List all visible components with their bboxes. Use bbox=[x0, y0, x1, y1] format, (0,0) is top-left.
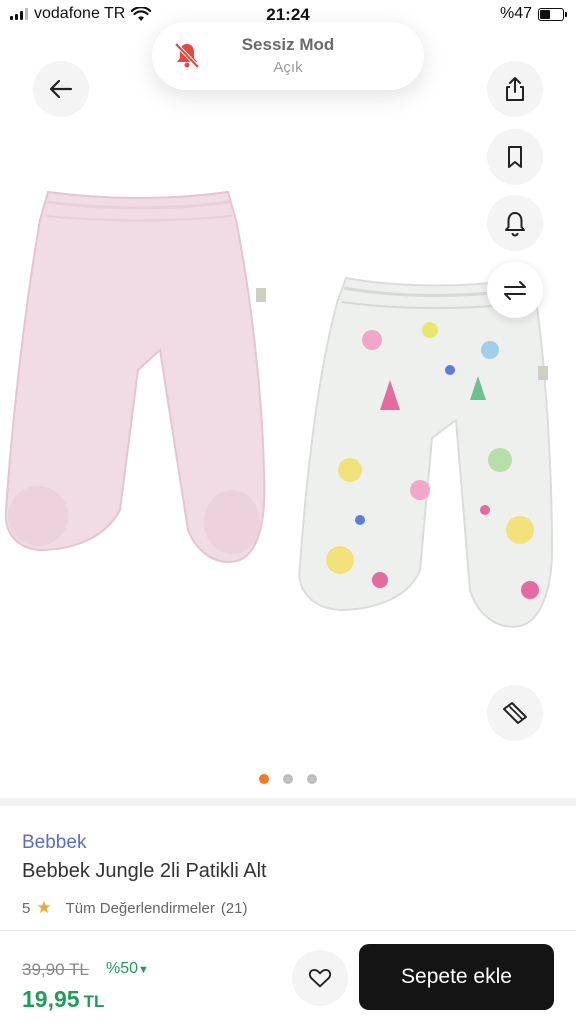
favorite-button[interactable] bbox=[292, 950, 348, 1006]
status-right: %47 bbox=[499, 5, 567, 23]
heart-icon bbox=[308, 969, 332, 988]
rating-row[interactable]: 5 ★ Tüm Değerlendirmeler (21) bbox=[22, 898, 248, 918]
reviews-count: (21) bbox=[220, 899, 248, 917]
toast-subtitle: Açık bbox=[273, 59, 303, 76]
back-button[interactable] bbox=[33, 61, 89, 117]
old-price: 39,90 TL bbox=[22, 960, 89, 979]
pagination-dot[interactable] bbox=[283, 774, 293, 784]
product-image[interactable] bbox=[0, 170, 576, 640]
star-icon: ★ bbox=[36, 898, 52, 917]
bottom-bar-divider bbox=[0, 930, 576, 931]
pink-pants-image bbox=[4, 190, 266, 563]
reviews-label[interactable]: Tüm Değerlendirmeler bbox=[66, 900, 215, 917]
discount-badge: %50▼ bbox=[106, 960, 149, 978]
share-button[interactable] bbox=[487, 61, 543, 117]
current-price: 19,95 TL bbox=[22, 986, 104, 1013]
discount-value: %50 bbox=[106, 960, 139, 977]
bookmark-button[interactable] bbox=[487, 129, 543, 185]
add-to-cart-button[interactable]: Sepete ekle bbox=[359, 944, 554, 1010]
rating-value: 5 bbox=[22, 899, 31, 917]
compare-button[interactable] bbox=[487, 262, 543, 318]
bookmark-icon bbox=[508, 146, 522, 168]
battery-label: %47 bbox=[499, 5, 532, 22]
compare-arrows-icon bbox=[504, 281, 526, 300]
battery-icon bbox=[538, 7, 567, 21]
arrow-left-icon bbox=[49, 79, 73, 99]
silent-mode-toast: Sessiz Mod Açık bbox=[152, 22, 424, 90]
share-icon bbox=[506, 77, 524, 101]
battery-fill bbox=[540, 9, 551, 19]
pagination-dot[interactable] bbox=[259, 774, 269, 784]
bell-icon bbox=[505, 212, 525, 237]
toast-text: Sessiz Mod Açık bbox=[152, 35, 424, 76]
pagination-dot[interactable] bbox=[307, 774, 317, 784]
price-alert-button[interactable] bbox=[487, 195, 543, 251]
toast-title: Sessiz Mod bbox=[241, 35, 335, 54]
ruler-icon bbox=[503, 702, 527, 724]
size-guide-button[interactable] bbox=[487, 685, 543, 741]
printed-pants-image bbox=[298, 276, 554, 628]
product-title: Bebbek Jungle 2li Patikli Alt bbox=[22, 860, 267, 882]
currency-label: TL bbox=[83, 992, 105, 1011]
section-divider bbox=[0, 798, 576, 806]
product-detail-screen: vodafone TR 21:24 %47 Sessiz Mod Açık Be… bbox=[0, 0, 576, 1024]
current-price-value: 19,95 bbox=[22, 986, 80, 1012]
brand-link[interactable]: Bebbek bbox=[22, 832, 86, 854]
image-pagination[interactable] bbox=[0, 774, 576, 784]
arrow-down-icon: ▼ bbox=[138, 964, 149, 976]
